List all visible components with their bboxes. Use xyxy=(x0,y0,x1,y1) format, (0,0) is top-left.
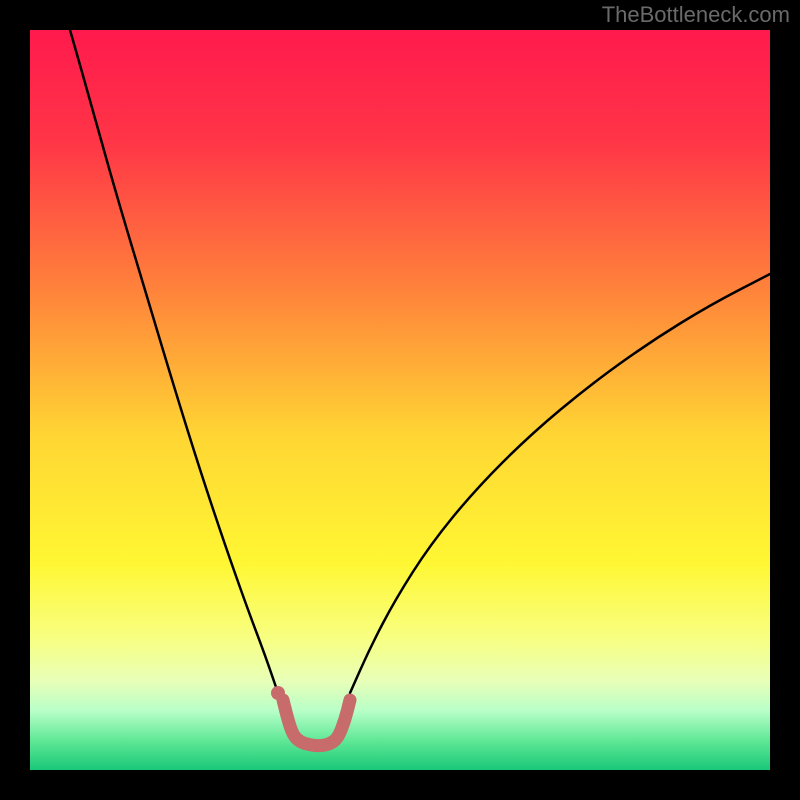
watermark-text: TheBottleneck.com xyxy=(602,2,790,28)
chart-root: TheBottleneck.com xyxy=(0,0,800,800)
marker-dot xyxy=(271,686,285,700)
bottleneck-chart xyxy=(0,0,800,800)
plot-background xyxy=(30,30,770,770)
